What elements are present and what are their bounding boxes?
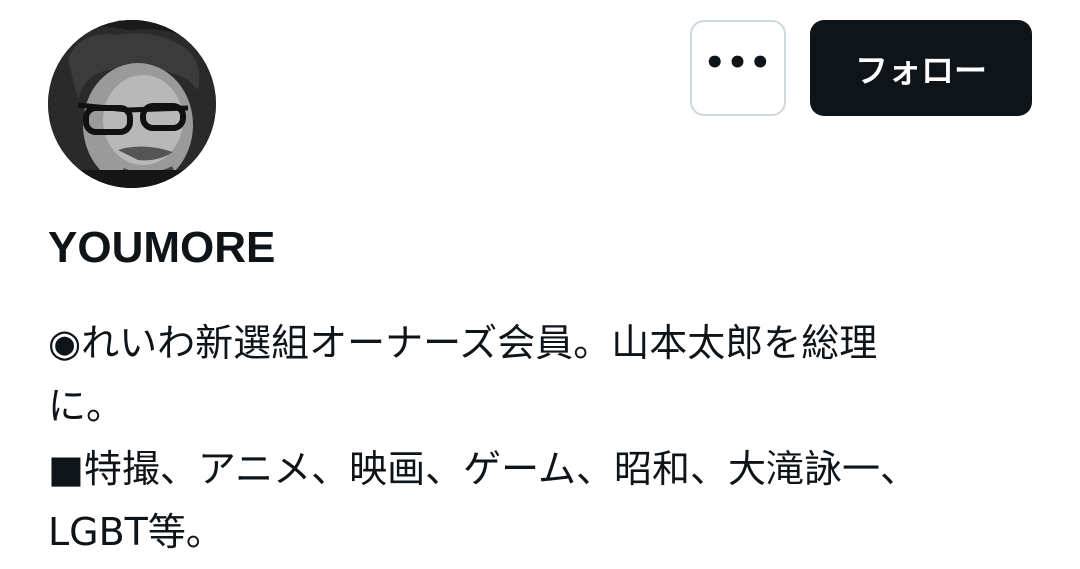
display-name: YOUMORE bbox=[48, 223, 276, 272]
more-horizontal-icon: ••• bbox=[703, 43, 773, 83]
bio-line: に。 bbox=[48, 384, 125, 428]
more-options-button[interactable]: ••• bbox=[690, 20, 786, 116]
profile-bio: ◉れいわ新選組オーナーズ会員。山本太郎を総理 に。 ■特撮、アニメ、映画、ゲーム… bbox=[48, 312, 1008, 564]
avatar[interactable] bbox=[48, 20, 216, 188]
follow-button[interactable]: フォロー bbox=[810, 20, 1032, 116]
avatar-image bbox=[48, 20, 216, 188]
bio-line: ◉れいわ新選組オーナーズ会員。山本太郎を総理 bbox=[48, 321, 878, 365]
bio-line: ■特撮、アニメ、映画、ゲーム、昭和、大滝詠一、 bbox=[48, 447, 919, 491]
bio-line: LGBT等。 bbox=[48, 510, 224, 554]
